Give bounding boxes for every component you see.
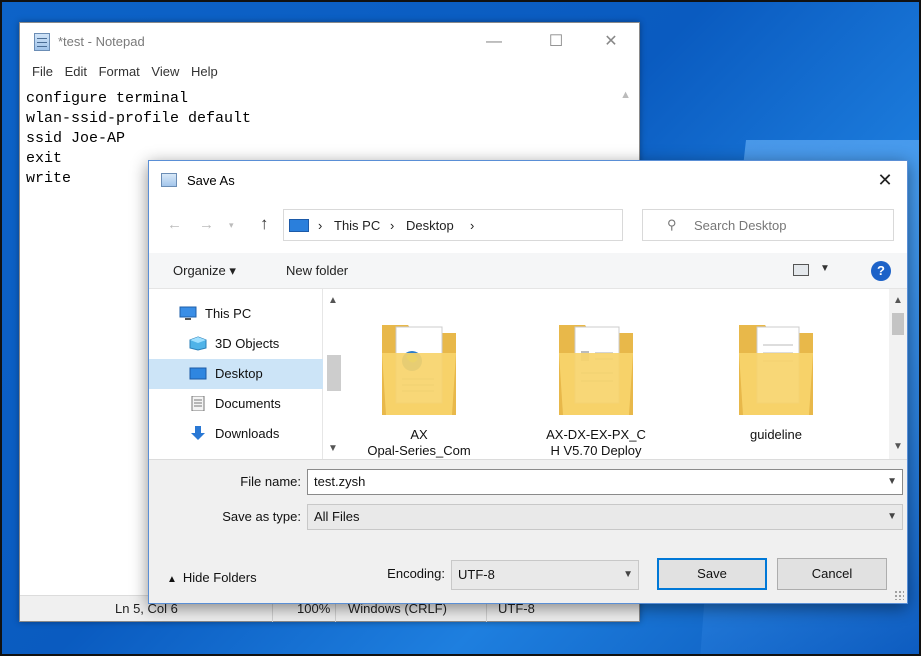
documents-icon <box>191 396 205 411</box>
nav-item-label: Downloads <box>215 426 280 441</box>
file-name: AX Opal-Series_Com <box>344 427 494 459</box>
scroll-up-arrow-icon[interactable]: ▲ <box>893 295 903 306</box>
menu-help[interactable]: Help <box>191 61 218 83</box>
save-button[interactable]: Save <box>657 558 767 590</box>
desktop-icon <box>189 367 207 380</box>
file-name-line-2: Opal-Series_Com <box>367 443 471 458</box>
up-arrow-icon[interactable]: ↑ <box>260 214 269 234</box>
file-name: guideline <box>701 427 851 443</box>
folder-with-document-icon <box>559 325 633 415</box>
dialog-titlebar[interactable]: Save As ✕ <box>149 161 907 199</box>
notepad-title: *test - Notepad <box>58 34 145 49</box>
scroll-down-arrow-icon[interactable]: ▼ <box>328 443 338 454</box>
notepad-titlebar[interactable]: *test - Notepad — ☐ ✕ <box>20 23 639 61</box>
menu-format[interactable]: Format <box>99 61 140 83</box>
crumb-separator-icon: › <box>318 218 323 233</box>
menu-edit[interactable]: Edit <box>65 61 87 83</box>
scroll-down-arrow-icon[interactable]: ▼ <box>893 441 903 452</box>
minimize-button[interactable]: — <box>471 23 517 61</box>
file-name-line-1: guideline <box>749 427 803 442</box>
save-as-dialog: Save As ✕ ← → ▾ ↑ › This PC › Desktop › … <box>148 160 908 604</box>
view-options-chevron-icon[interactable]: ▼ <box>820 263 830 274</box>
resize-grip-icon[interactable] <box>894 590 904 600</box>
nav-item-desktop[interactable]: Desktop <box>149 359 323 389</box>
nav-item-documents[interactable]: Documents <box>149 389 323 419</box>
cancel-button[interactable]: Cancel <box>777 558 887 590</box>
breadcrumb-desktop[interactable]: Desktop <box>406 218 454 233</box>
dialog-title: Save As <box>187 173 235 188</box>
scroll-up-arrow-icon[interactable]: ▲ <box>620 89 631 101</box>
file-name-value: test.zysh <box>314 474 366 489</box>
file-name-line-2: H V5.70 Deploy <box>550 443 642 458</box>
cube-icon <box>189 336 207 351</box>
scroll-up-arrow-icon[interactable]: ▲ <box>328 295 338 306</box>
this-pc-icon <box>289 219 309 232</box>
download-arrow-icon <box>191 426 205 440</box>
help-icon[interactable]: ? <box>871 261 891 281</box>
maximize-button[interactable]: ☐ <box>533 23 579 61</box>
save-as-type-value: All Files <box>314 509 360 524</box>
nav-item-this-pc[interactable]: This PC <box>149 299 323 329</box>
back-arrow-icon[interactable]: ← <box>167 216 182 233</box>
change-view-icon[interactable] <box>793 264 809 276</box>
crumb-separator-icon: › <box>390 218 395 233</box>
hide-folders-label: Hide Folders <box>182 570 257 585</box>
search-placeholder: Search Desktop <box>694 218 787 233</box>
navigation-row: ← → ▾ ↑ › This PC › Desktop › ▼ ↻ ⚲ Sear… <box>149 205 907 245</box>
notepad-icon <box>34 33 50 51</box>
file-name-line-1: AX <box>410 427 428 442</box>
file-item-ax-dx-ex-px[interactable]: AX-DX-EX-PX_C H V5.70 Deploy <box>521 295 671 458</box>
organize-button[interactable]: Organize ▾ <box>173 263 236 279</box>
menu-view[interactable]: View <box>151 61 179 83</box>
save-options-area: File name: test.zysh ▼ Save as type: All… <box>149 459 907 603</box>
save-as-type-select[interactable]: All Files ▼ <box>307 504 903 530</box>
file-name-input[interactable]: test.zysh ▼ <box>307 469 903 495</box>
dialog-toolbar: Organize ▾ New folder ▼ ? <box>149 253 907 289</box>
navigation-pane: This PC 3D Objects Desktop Documents Dow… <box>149 289 323 459</box>
file-item-ax-opal-series[interactable]: AX Opal-Series_Com <box>344 295 494 458</box>
new-folder-button[interactable]: New folder <box>286 263 348 278</box>
search-icon: ⚲ <box>667 217 677 232</box>
recent-locations-chevron-icon[interactable]: ▾ <box>229 220 234 231</box>
computer-icon <box>179 306 197 320</box>
chevron-down-icon[interactable]: ▼ <box>887 470 897 494</box>
search-desktop-input[interactable]: ⚲ Search Desktop <box>642 209 894 241</box>
nav-item-label: Desktop <box>215 366 263 381</box>
scroll-thumb[interactable] <box>892 313 904 335</box>
file-list: AX Opal-Series_Com AX-DX-EX-PX_C H V5.70… <box>341 289 889 459</box>
save-as-type-label: Save as type: <box>222 509 301 524</box>
file-item-guideline[interactable]: guideline <box>701 295 851 442</box>
encoding-select[interactable]: UTF-8 ▼ <box>451 560 639 590</box>
address-bar[interactable]: › This PC › Desktop › ▼ ↻ <box>283 209 748 241</box>
chevron-down-icon[interactable]: ▼ <box>623 561 633 589</box>
scroll-thumb[interactable] <box>327 355 341 391</box>
breadcrumb-this-pc[interactable]: This PC <box>334 218 380 233</box>
navigation-pane-scrollbar[interactable]: ▲ ▼ <box>323 289 341 459</box>
nav-item-label: This PC <box>205 306 252 321</box>
file-name: AX-DX-EX-PX_C H V5.70 Deploy <box>521 427 671 459</box>
encoding-label: Encoding: <box>387 566 445 581</box>
dialog-notepad-icon <box>161 173 177 187</box>
chevron-down-icon[interactable]: ▼ <box>887 505 897 529</box>
folder-with-document-icon <box>739 325 813 415</box>
file-name-line-1: AX-DX-EX-PX_C <box>546 427 646 442</box>
close-button[interactable]: ✕ <box>588 23 634 61</box>
hide-folders-button[interactable]: ▲ Hide Folders <box>167 570 257 585</box>
file-list-scrollbar[interactable]: ▲ ▼ <box>889 289 907 459</box>
nav-item-downloads[interactable]: Downloads <box>149 419 323 449</box>
crumb-separator-icon: › <box>470 218 475 233</box>
dialog-close-button[interactable]: ✕ <box>863 161 907 199</box>
folder-with-document-icon <box>382 325 456 415</box>
notepad-menubar: File Edit Format View Help <box>20 61 639 83</box>
file-name-label: File name: <box>240 474 301 489</box>
menu-file[interactable]: File <box>32 61 53 83</box>
nav-item-3d-objects[interactable]: 3D Objects <box>149 329 323 359</box>
forward-arrow-icon[interactable]: → <box>199 216 214 233</box>
encoding-value: UTF-8 <box>458 567 495 582</box>
chevron-up-icon: ▲ <box>167 574 177 585</box>
nav-item-label: 3D Objects <box>215 336 280 351</box>
nav-item-label: Documents <box>215 396 281 411</box>
